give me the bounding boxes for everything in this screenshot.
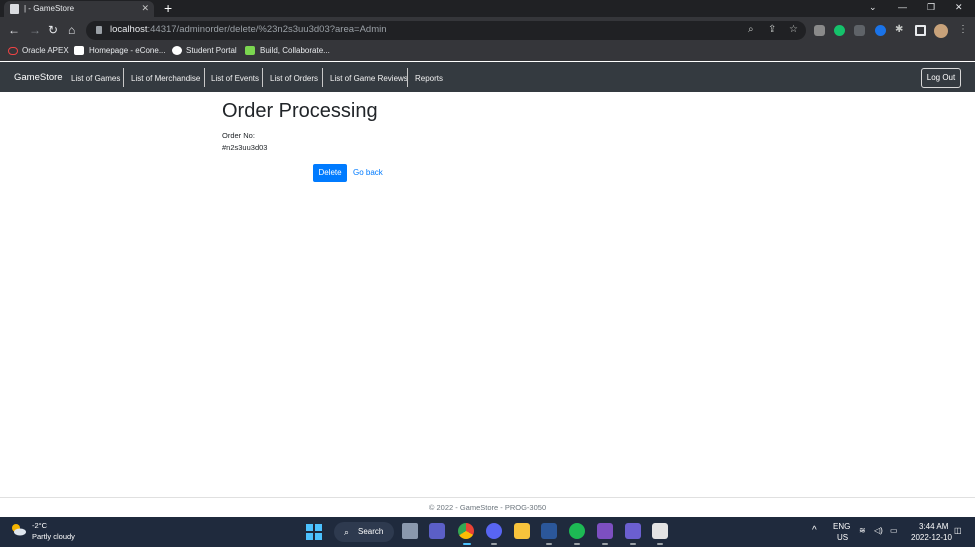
notification-icon[interactable]: ◫ — [954, 526, 962, 535]
app-indicator — [546, 543, 552, 545]
nav-list-of-events[interactable]: List of Events — [211, 74, 259, 83]
bookmark-oracle-apex[interactable]: Oracle APEX — [22, 45, 69, 57]
forward-icon[interactable]: → — [29, 22, 41, 38]
app-indicator — [602, 543, 608, 545]
side-panel-icon[interactable] — [915, 25, 926, 36]
clock-time[interactable]: 3:44 AM — [919, 522, 948, 531]
oracle-icon — [8, 47, 18, 55]
avatar[interactable] — [934, 24, 948, 38]
share-icon[interactable]: ⇪ — [768, 24, 776, 36]
student-portal-icon — [172, 46, 182, 55]
new-tab-icon[interactable]: + — [164, 0, 172, 16]
nav-list-of-orders[interactable]: List of Orders — [270, 74, 318, 83]
spotify-icon[interactable] — [569, 523, 585, 539]
page-title: Order Processing — [222, 100, 378, 122]
extension-icon[interactable] — [875, 25, 886, 36]
visual-studio-icon[interactable] — [597, 523, 613, 539]
order-number-value: #n2s3uu3d03 — [222, 143, 268, 152]
footer-text: © 2022 - GameStore - PROG-3050 — [428, 503, 547, 512]
close-tab-icon[interactable]: ✕ — [141, 1, 149, 16]
build-icon — [245, 46, 255, 55]
bookmark-student-portal[interactable]: Student Portal — [186, 45, 237, 57]
region-indicator[interactable]: US — [837, 533, 848, 542]
url-text[interactable]: localhost:44317/adminorder/delete/%23n2s… — [110, 24, 387, 35]
back-icon[interactable]: ← — [8, 22, 20, 38]
bookmark-homepage[interactable]: Homepage - eCone... — [89, 45, 166, 57]
minimize-icon[interactable]: — — [898, 0, 907, 15]
nav-list-of-games[interactable]: List of Games — [71, 74, 120, 83]
nav-list-of-game-reviews[interactable]: List of Game Reviews — [330, 74, 408, 83]
grammarly-icon[interactable] — [834, 25, 845, 36]
nav-list-of-merchandise[interactable]: List of Merchandise — [131, 74, 200, 83]
app-indicator — [657, 543, 663, 545]
site-brand[interactable]: GameStore — [14, 72, 63, 83]
nav-divider — [407, 68, 408, 87]
chevron-down-icon[interactable]: ⌄ — [869, 0, 877, 15]
restore-icon[interactable]: ❐ — [927, 0, 935, 15]
home-icon[interactable]: ⌂ — [68, 22, 75, 38]
weather-icon[interactable] — [10, 522, 26, 536]
menu-icon[interactable]: ⋮ — [958, 24, 968, 36]
language-indicator[interactable]: ENG — [833, 522, 850, 531]
bookmark-star-icon[interactable]: ☆ — [789, 24, 798, 36]
close-window-icon[interactable]: ✕ — [955, 0, 963, 15]
order-number-label: Order No: — [222, 131, 255, 140]
nav-divider — [262, 68, 263, 87]
delete-button[interactable]: Delete — [313, 164, 347, 182]
extension-icon[interactable] — [814, 25, 825, 36]
nav-divider — [322, 68, 323, 87]
volume-icon[interactable]: ◁) — [874, 526, 883, 535]
bookmark-build-collaborate[interactable]: Build, Collaborate... — [260, 45, 330, 57]
app-indicator — [574, 543, 580, 545]
nav-reports[interactable]: Reports — [415, 74, 443, 83]
puzzle-icon[interactable]: ✱ — [895, 24, 903, 36]
discord-icon[interactable] — [486, 523, 502, 539]
footer-divider — [0, 497, 975, 498]
url-path: :44317/adminorder/delete/%23n2s3uu3d03?a… — [147, 24, 387, 35]
windows-start-icon[interactable] — [306, 524, 322, 540]
weather-condition[interactable]: Partly cloudy — [32, 532, 75, 541]
url-host: localhost — [110, 24, 148, 35]
extension-icon[interactable] — [854, 25, 865, 36]
nav-divider — [123, 68, 124, 87]
word-icon[interactable] — [541, 523, 557, 539]
reload-icon[interactable]: ↻ — [48, 22, 58, 38]
battery-icon[interactable]: ▭ — [890, 526, 898, 535]
wifi-icon[interactable]: ≋ — [859, 526, 866, 535]
teams-icon[interactable] — [625, 523, 641, 539]
chevron-up-icon[interactable]: ^ — [812, 525, 817, 536]
task-view-icon[interactable] — [402, 523, 418, 539]
taskbar-search[interactable]: ⌕ Search — [334, 522, 394, 542]
logout-button[interactable]: Log Out — [921, 68, 961, 88]
browser-tab[interactable]: | - GameStore ✕ — [4, 1, 154, 17]
snipping-tool-icon[interactable] — [652, 523, 668, 539]
tab-title: | - GameStore — [24, 4, 75, 13]
lock-icon[interactable] — [96, 26, 102, 34]
nav-divider — [204, 68, 205, 87]
go-back-link[interactable]: Go back — [353, 168, 383, 177]
file-explorer-icon[interactable] — [514, 523, 530, 539]
weather-temperature[interactable]: -2°C — [32, 521, 47, 530]
teams-chat-icon[interactable] — [429, 523, 445, 539]
active-app-indicator — [463, 543, 471, 545]
search-icon: ⌕ — [344, 527, 350, 537]
app-indicator — [630, 543, 636, 545]
chrome-icon[interactable] — [458, 523, 474, 539]
econestoga-icon — [74, 46, 84, 55]
page-icon — [10, 4, 19, 14]
zoom-icon[interactable]: ⌕ — [748, 24, 754, 36]
app-indicator — [491, 543, 497, 545]
clock-date[interactable]: 2022-12-10 — [911, 533, 952, 542]
taskbar-search-label: Search — [358, 527, 384, 536]
